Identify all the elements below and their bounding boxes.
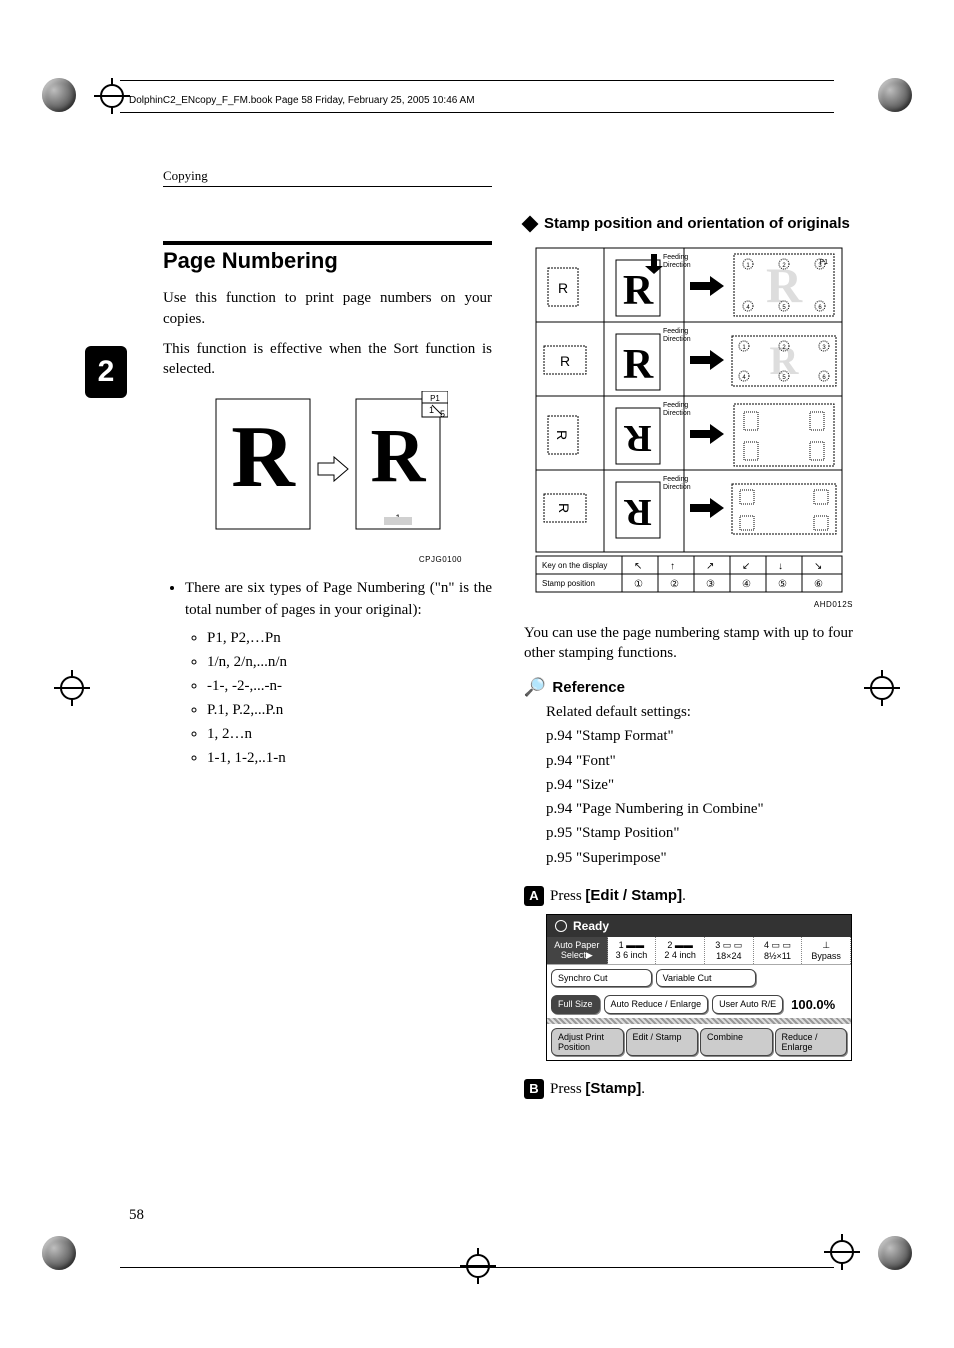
svg-text:⑥: ⑥ [814, 579, 823, 590]
ready-label: Ready [573, 919, 609, 933]
full-size-button[interactable]: Full Size [551, 995, 600, 1014]
registration-target-icon [94, 78, 130, 114]
svg-text:Stamp position: Stamp position [542, 579, 595, 588]
paper-tray: 3 ▭ ▭18×24 [705, 937, 754, 964]
print-mark [878, 1236, 912, 1270]
variable-cut-button[interactable]: Variable Cut [656, 969, 757, 987]
orientation-figure: R R FeedingDirection R P1 1 2 3 4 5 6 [534, 246, 844, 596]
title-rule [163, 241, 492, 245]
svg-text:②: ② [670, 579, 679, 590]
svg-text:R: R [559, 353, 569, 369]
print-mark [878, 78, 912, 112]
types-intro: There are six types of Page Numbering ("… [185, 578, 492, 770]
svg-text:①: ① [634, 579, 643, 590]
figure-id: AHD012S [524, 600, 853, 609]
ref-item: p.95 "Stamp Position" [546, 823, 853, 843]
svg-text:Direction: Direction [663, 262, 691, 269]
svg-text:R: R [554, 429, 570, 439]
svg-text:R: R [370, 414, 426, 498]
book-header-line: DolphinC2_ENcopy_F_FM.book Page 58 Frida… [129, 95, 475, 106]
synchro-cut-button[interactable]: Synchro Cut [551, 969, 652, 987]
page-number: 58 [129, 1207, 144, 1224]
step-number-icon: B [524, 1079, 544, 1099]
ref-item: p.94 "Font" [546, 751, 853, 771]
svg-text:R: R [623, 417, 651, 459]
svg-text:↓: ↓ [778, 561, 783, 572]
ref-item: p.94 "Size" [546, 775, 853, 795]
diamond-icon [522, 216, 539, 233]
registration-target-icon [864, 670, 900, 706]
intro-paragraph: Use this function to print page numbers … [163, 288, 492, 329]
svg-text:Key on the display: Key on the display [542, 561, 607, 570]
intro-paragraph: This function is effective when the Sort… [163, 339, 492, 380]
stamp-combine-note: You can use the page numbering stamp wit… [524, 623, 853, 664]
paper-tray: 4 ▭ ▭8½×11 [754, 937, 803, 964]
svg-text:Feeding: Feeding [663, 476, 688, 483]
svg-text:↑: ↑ [670, 561, 675, 572]
figure-id: CPJG0100 [163, 555, 462, 564]
svg-text:R: R [622, 342, 653, 388]
type-item: P1, P2,…Pn [207, 626, 492, 650]
svg-text:Direction: Direction [663, 336, 691, 343]
step-2: B Press [Stamp]. [524, 1079, 853, 1099]
svg-text:5: 5 [440, 409, 445, 419]
svg-text:Feeding: Feeding [663, 254, 688, 261]
control-panel-screenshot: Ready Auto Paper Select▶ 1 ▬▬3 6 inch 2 … [546, 914, 852, 1061]
auto-paper-select: Auto Paper Select▶ [547, 937, 608, 964]
svg-text:P1: P1 [430, 394, 440, 403]
chapter-tab: 2 [85, 346, 127, 398]
ref-item: p.94 "Page Numbering in Combine" [546, 799, 853, 819]
reduce-enlarge-button[interactable]: Reduce / Enlarge [775, 1028, 848, 1056]
type-item: 1, 2…n [207, 722, 492, 746]
print-mark [42, 78, 76, 112]
auto-reduce-enlarge-button[interactable]: Auto Reduce / Enlarge [604, 995, 709, 1014]
svg-text:↙: ↙ [742, 561, 750, 572]
svg-text:R: R [557, 280, 567, 296]
bypass-tray: ⊥Bypass [802, 937, 851, 964]
svg-text:⑤: ⑤ [778, 579, 787, 590]
subsection-heading: Stamp position and orientation of origin… [524, 214, 853, 234]
reference-heading: 🔍 Reference [524, 677, 853, 698]
ref-intro: Related default settings: [546, 702, 853, 722]
section-title: Page Numbering [163, 248, 492, 274]
svg-text:↘: ↘ [814, 561, 822, 572]
right-column: Stamp position and orientation of origin… [524, 168, 853, 1107]
registration-target-icon [460, 1248, 496, 1284]
combine-button[interactable]: Combine [700, 1028, 773, 1056]
type-item: 1-1, 1-2,..1-n [207, 746, 492, 770]
svg-text:Feeding: Feeding [663, 402, 688, 409]
svg-text:Direction: Direction [663, 410, 691, 417]
ratio-value: 100.0% [787, 995, 839, 1014]
svg-text:R: R [231, 409, 296, 506]
edit-stamp-button[interactable]: Edit / Stamp [626, 1028, 699, 1056]
svg-text:④: ④ [742, 579, 751, 590]
type-item: P.1, P.2,...P.n [207, 698, 492, 722]
paper-tray: 1 ▬▬3 6 inch [608, 937, 657, 964]
print-mark [42, 1236, 76, 1270]
ref-item: p.94 "Stamp Format" [546, 726, 853, 746]
svg-text:Direction: Direction [663, 484, 691, 491]
type-item: -1-, -2-,...-n- [207, 674, 492, 698]
svg-text:R: R [622, 268, 653, 314]
svg-text:R: R [623, 491, 651, 533]
user-auto-re-button[interactable]: User Auto R/E [712, 995, 783, 1014]
type-item: 1/n, 2/n,...n/n [207, 650, 492, 674]
svg-text:③: ③ [706, 579, 715, 590]
paper-tray: 2 ▬▬2 4 inch [656, 937, 705, 964]
adjust-print-position-button[interactable]: Adjust Print Position [551, 1028, 624, 1056]
svg-text:↗: ↗ [706, 561, 714, 572]
ref-item: p.95 "Superimpose" [546, 848, 853, 868]
step-1: A Press [Edit / Stamp]. [524, 886, 853, 906]
registration-target-icon [54, 670, 90, 706]
chapter-label: Copying [163, 168, 492, 187]
left-column: Copying Page Numbering Use this function… [163, 168, 492, 1107]
svg-text:Feeding: Feeding [663, 328, 688, 335]
svg-text:↖: ↖ [634, 561, 642, 572]
reference-icon: 🔍 [524, 677, 546, 698]
svg-text:R: R [556, 502, 572, 512]
registration-target-icon [824, 1234, 860, 1270]
page-numbering-figure: R R -1- P1 1 5 [208, 391, 448, 551]
step-number-icon: A [524, 886, 544, 906]
